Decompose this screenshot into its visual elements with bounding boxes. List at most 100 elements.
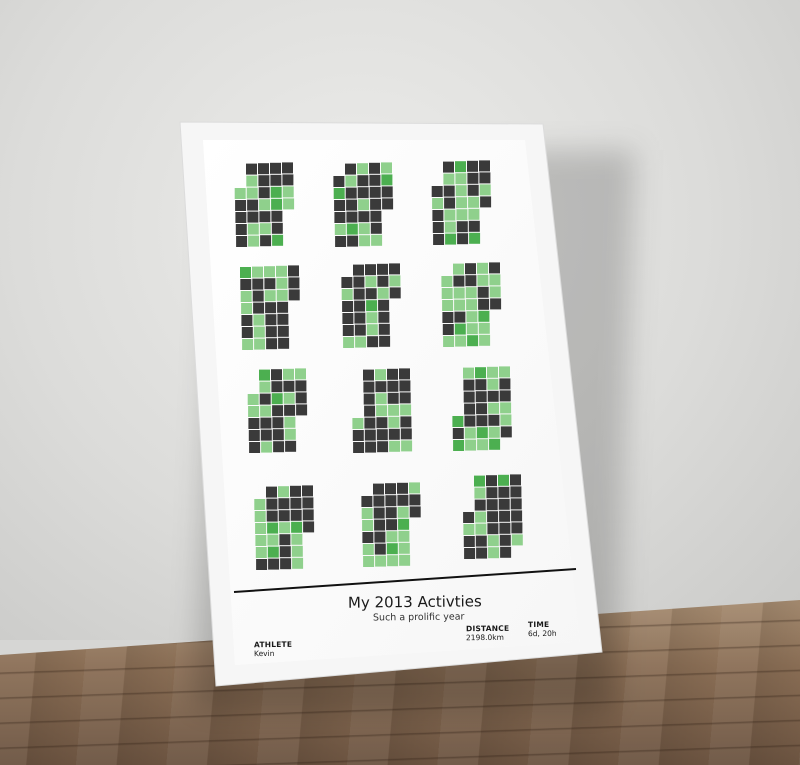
day-cell <box>276 265 287 277</box>
day-cell <box>236 236 248 247</box>
day-cell <box>284 416 296 428</box>
day-cell <box>398 542 410 554</box>
day-cell <box>271 393 283 405</box>
day-cell <box>444 197 456 209</box>
day-cell <box>246 175 258 187</box>
day-cell <box>489 286 501 298</box>
day-cell <box>369 162 380 174</box>
day-cell <box>333 176 345 187</box>
day-cell <box>346 223 358 235</box>
day-cell <box>370 222 382 234</box>
day-cell <box>468 208 480 220</box>
day-cell <box>442 300 454 311</box>
day-cell <box>377 263 388 275</box>
day-cell <box>279 534 291 546</box>
day-cell <box>370 210 382 222</box>
day-cell <box>302 509 314 521</box>
day-cell <box>475 379 487 391</box>
day-cell <box>400 428 412 440</box>
day-cell <box>357 175 369 187</box>
day-cell <box>464 403 476 415</box>
day-cell <box>259 211 271 223</box>
day-cell <box>261 441 273 453</box>
day-cell <box>267 522 279 534</box>
day-cell <box>341 277 353 288</box>
day-cell <box>499 510 511 522</box>
day-cell <box>253 314 265 326</box>
day-cell <box>455 335 467 347</box>
day-cell <box>290 485 301 497</box>
day-cell <box>255 523 267 534</box>
day-cell <box>276 277 288 289</box>
day-cell <box>487 535 499 547</box>
day-cell <box>364 429 376 441</box>
day-cell <box>283 368 294 380</box>
day-cell <box>387 555 399 567</box>
day-cell <box>353 288 365 300</box>
day-cell <box>280 558 292 570</box>
day-cell <box>474 475 485 487</box>
day-cell <box>272 429 284 441</box>
day-cell <box>235 224 247 235</box>
day-cell <box>252 266 263 278</box>
day-cell <box>463 379 475 391</box>
day-cell <box>260 417 272 429</box>
day-cell <box>254 338 266 350</box>
day-cell <box>279 522 291 534</box>
day-cell <box>373 495 385 507</box>
day-cell <box>510 474 521 486</box>
day-cell <box>266 486 277 498</box>
day-cell <box>377 441 389 453</box>
day-cell <box>256 559 268 570</box>
day-cell <box>490 298 502 310</box>
day-cell <box>389 275 401 287</box>
day-cell <box>463 391 475 403</box>
day-cell <box>445 233 457 245</box>
day-cell <box>271 369 282 381</box>
day-cell <box>354 324 366 336</box>
day-cell <box>385 483 396 495</box>
day-cell <box>282 162 293 174</box>
day-cell <box>255 535 267 546</box>
day-cell <box>366 324 378 336</box>
day-cell <box>341 289 353 300</box>
day-cell <box>479 160 490 172</box>
day-cell <box>455 173 467 185</box>
day-cell <box>432 210 444 221</box>
day-cell <box>409 506 421 518</box>
day-cell <box>362 520 374 531</box>
day-cell <box>303 521 315 533</box>
day-cell <box>488 402 500 414</box>
day-cell <box>463 512 475 523</box>
day-cell <box>468 196 480 208</box>
day-cell <box>364 417 376 429</box>
day-cell <box>388 416 400 428</box>
day-cell <box>247 199 259 211</box>
day-cell <box>401 440 413 452</box>
day-cell <box>476 415 488 427</box>
day-cell <box>374 543 386 555</box>
day-cell <box>453 263 464 275</box>
day-cell <box>259 381 271 393</box>
day-cell <box>376 417 388 429</box>
day-cell <box>268 558 280 570</box>
day-cell <box>284 428 296 440</box>
day-cell <box>455 185 467 197</box>
day-cell <box>475 523 487 535</box>
day-cell <box>342 313 354 324</box>
day-cell <box>474 487 486 499</box>
day-cell <box>479 334 491 346</box>
day-cell <box>480 196 492 208</box>
day-cell <box>466 323 478 335</box>
day-cell <box>353 276 365 288</box>
day-cell <box>475 511 487 523</box>
day-cell <box>290 497 302 509</box>
day-cell <box>387 380 399 392</box>
day-cell <box>452 416 464 427</box>
day-cell <box>409 482 420 494</box>
day-cell <box>247 211 259 223</box>
day-cell <box>270 186 282 198</box>
day-cell <box>363 381 375 393</box>
day-cell <box>375 393 387 405</box>
day-cell <box>273 441 285 453</box>
